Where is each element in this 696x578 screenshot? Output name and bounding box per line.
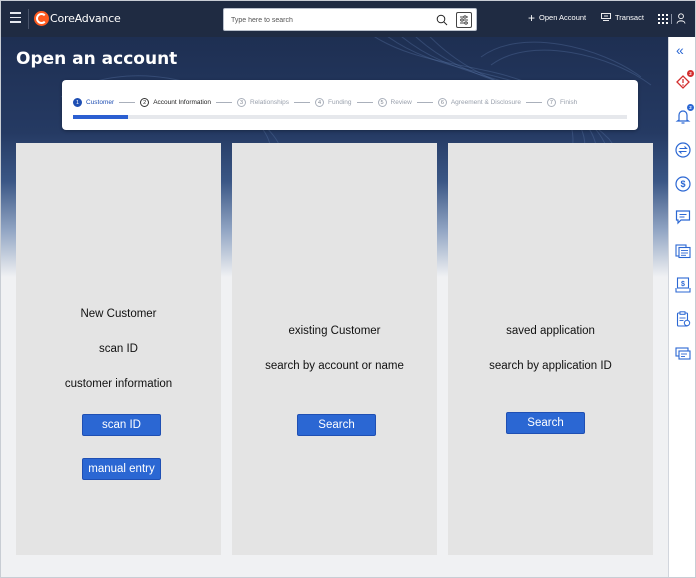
card-text: search by application ID	[489, 360, 612, 372]
notification-bell-icon[interactable]: 2	[674, 104, 694, 125]
stepper-steps: 1 Customer 2 Account Information 3 Relat…	[73, 98, 577, 107]
step-number: 5	[377, 98, 387, 107]
transact-label: Transact	[615, 13, 644, 22]
top-bar: CoreAdvance + Open Account	[1, 1, 695, 37]
card-heading: New Customer	[80, 308, 157, 320]
saved-application-search-button[interactable]: Search	[506, 412, 585, 434]
search-input[interactable]	[231, 14, 421, 27]
step-label: Agreement & Disclosure	[450, 99, 521, 106]
dollar-circle-icon[interactable]: $	[674, 175, 692, 193]
step-label: Relationships	[250, 99, 290, 106]
step-connector	[294, 102, 311, 103]
chat-icon[interactable]	[674, 208, 692, 226]
card-heading: saved application	[506, 325, 595, 337]
id-card-icon[interactable]	[674, 344, 692, 362]
step-finish[interactable]: 7 Finish	[546, 98, 578, 107]
step-label: Funding	[328, 99, 352, 106]
step-number: 2	[140, 98, 150, 107]
step-connector	[356, 102, 373, 103]
existing-customer-search-button[interactable]: Search	[297, 414, 376, 436]
step-agreement-disclosure[interactable]: 6 Agreement & Disclosure	[437, 98, 521, 107]
transact-button[interactable]: Transact	[601, 13, 644, 22]
card-text: search by account or name	[265, 360, 404, 372]
collapse-icon[interactable]: «	[676, 43, 684, 57]
step-relationships[interactable]: 3 Relationships	[237, 98, 289, 107]
step-number: 4	[315, 98, 325, 107]
clipboard-icon[interactable]	[674, 310, 692, 328]
svg-text:$: $	[680, 179, 685, 189]
account-opening-stepper: 1 Customer 2 Account Information 3 Relat…	[62, 80, 638, 130]
step-review[interactable]: 5 Review	[377, 98, 412, 107]
step-connector	[525, 102, 542, 103]
documents-icon[interactable]	[674, 242, 692, 260]
card-text: scan ID	[99, 343, 138, 355]
step-funding[interactable]: 4 Funding	[315, 98, 352, 107]
step-customer[interactable]: 1 Customer	[73, 98, 114, 107]
step-label: Customer	[86, 99, 115, 106]
filter-sliders-icon	[460, 15, 468, 25]
search-icon[interactable]	[436, 14, 448, 26]
step-number: 3	[237, 98, 246, 107]
hamburger-menu-icon[interactable]	[10, 12, 21, 26]
existing-customer-card: existing Customer search by account or n…	[232, 143, 437, 555]
saved-application-card: saved application search by application …	[448, 143, 653, 555]
step-label: Account Information	[153, 99, 211, 106]
page-title: Open an account	[16, 49, 178, 69]
step-number: 7	[546, 98, 556, 107]
svg-text:$: $	[681, 281, 685, 288]
stepper-progress-fill	[73, 115, 129, 119]
step-connector	[416, 102, 433, 103]
brand-name: CoreAdvance	[50, 12, 121, 25]
open-account-button[interactable]: + Open Account	[528, 10, 587, 25]
alert-count-badge: 2	[687, 70, 694, 77]
step-account-information[interactable]: 2 Account Information	[140, 98, 211, 107]
alert-tag-icon[interactable]: 2	[674, 70, 694, 91]
plus-icon: +	[528, 10, 536, 25]
manual-entry-button[interactable]: manual entry	[82, 458, 161, 480]
app-grid-icon[interactable]	[658, 14, 668, 24]
app-window: CoreAdvance + Open Account	[0, 0, 696, 578]
stepper-progress-bar	[73, 115, 627, 119]
step-connector	[216, 102, 232, 103]
card-heading: existing Customer	[288, 325, 381, 337]
step-number: 1	[73, 98, 82, 107]
card-text: customer information	[64, 378, 173, 390]
global-search	[223, 8, 477, 31]
transfer-icon[interactable]	[674, 141, 692, 159]
step-connector	[119, 102, 136, 103]
transact-icon	[601, 13, 611, 21]
scan-id-button[interactable]: scan ID	[82, 414, 161, 436]
divider	[671, 14, 672, 24]
search-filter-button[interactable]	[456, 12, 472, 28]
statement-icon[interactable]: $	[674, 276, 692, 294]
open-account-label: Open Account	[539, 13, 587, 22]
step-number: 6	[437, 98, 447, 107]
notification-count-badge: 2	[687, 104, 694, 111]
brand-logo-icon	[34, 11, 49, 26]
step-label: Review	[390, 99, 412, 106]
right-action-rail: « 2 2 $ $	[668, 37, 695, 577]
divider	[28, 9, 29, 29]
step-label: Finish	[559, 99, 578, 106]
new-customer-card: New Customer scan ID customer informatio…	[16, 143, 221, 555]
user-profile-icon[interactable]	[676, 13, 686, 24]
